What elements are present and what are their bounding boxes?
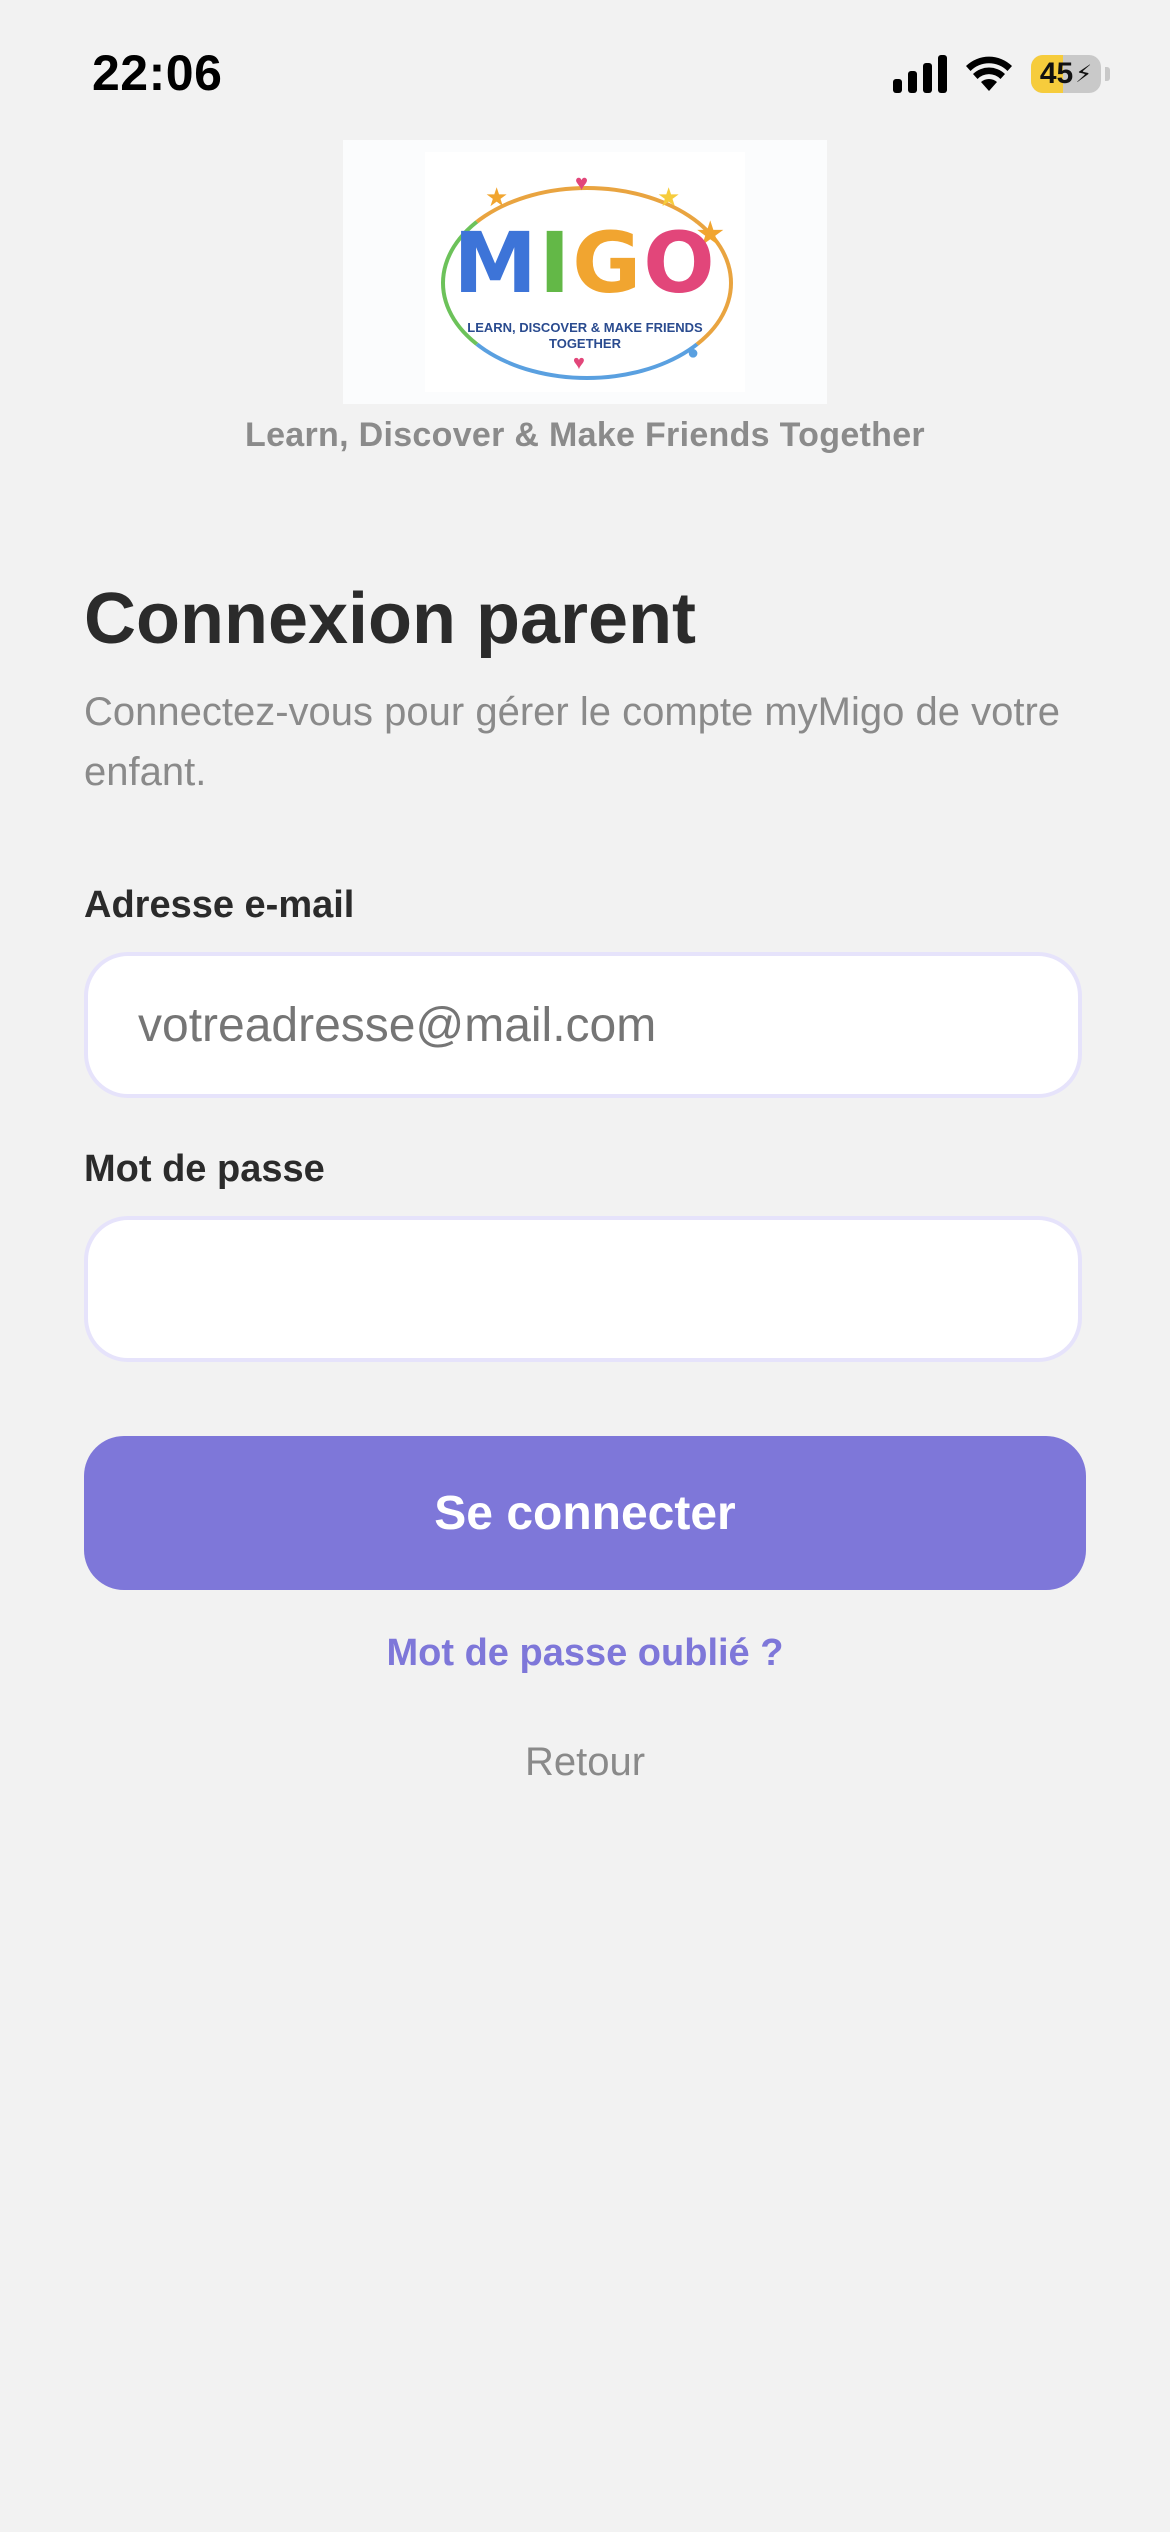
- app-logo: ★ ★ ♥ ★ ♥ ● MIGO LEARN, DISCOVER & MAKE …: [343, 140, 827, 404]
- sign-in-button[interactable]: Se connecter: [84, 1436, 1086, 1590]
- logo-tagline: LEARN, DISCOVER & MAKE FRIENDS TOGETHER: [467, 320, 703, 351]
- heart-icon: ♥: [575, 170, 589, 195]
- status-icons: 45 ⚡: [893, 50, 1110, 98]
- app-subtitle: Learn, Discover & Make Friends Together: [245, 416, 925, 454]
- forgot-password-link[interactable]: Mot de passe oublié ?: [0, 1632, 1170, 1675]
- charging-bolt-icon: ⚡: [1075, 60, 1093, 88]
- heart-icon: ♥: [573, 352, 585, 374]
- logo-wordmark: MIGO: [453, 214, 717, 312]
- battery-icon: 45 ⚡: [1031, 55, 1101, 93]
- status-time: 22:06: [92, 45, 223, 101]
- logo-artwork: ★ ★ ♥ ★ ♥ ● MIGO LEARN, DISCOVER & MAKE …: [425, 152, 745, 392]
- page-title: Connexion parent: [84, 579, 697, 659]
- battery-cap: [1105, 67, 1110, 81]
- page-description: Connectez-vous pour gérer le compte myMi…: [84, 690, 1061, 794]
- star-icon: ★: [657, 182, 681, 212]
- wifi-icon: [966, 56, 1012, 91]
- star-icon: ★: [485, 182, 509, 212]
- battery-percent: 45: [1039, 57, 1074, 90]
- status-bar: 22:06 45 ⚡: [0, 0, 1170, 150]
- back-link[interactable]: Retour: [0, 1740, 1170, 1785]
- password-label: Mot de passe: [84, 1148, 325, 1190]
- password-field[interactable]: [84, 1216, 1082, 1362]
- cellular-signal-icon: [893, 55, 947, 93]
- email-field[interactable]: [84, 952, 1082, 1098]
- email-label: Adresse e-mail: [84, 884, 355, 926]
